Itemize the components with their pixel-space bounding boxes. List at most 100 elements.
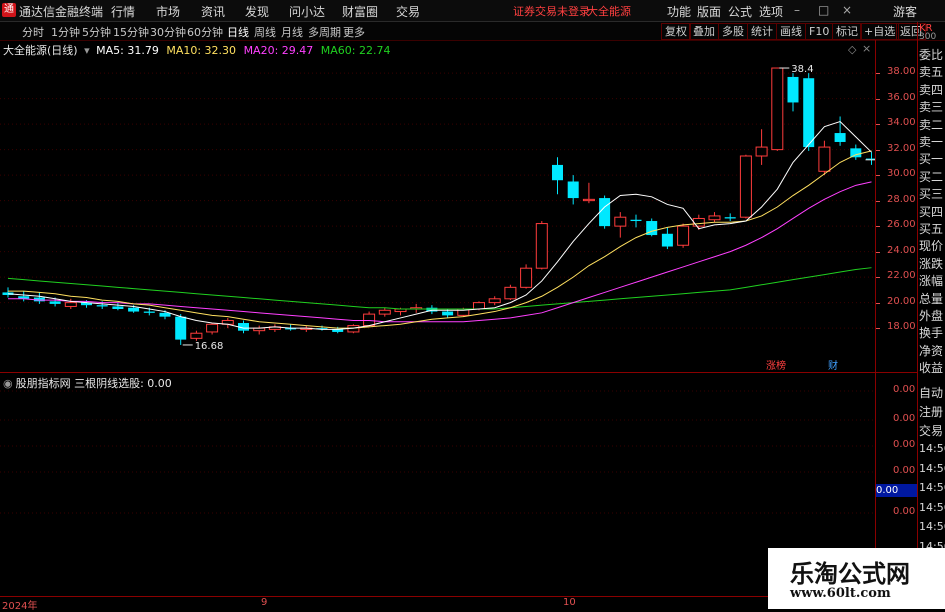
guest-user[interactable]: 游客: [893, 3, 917, 20]
quote-label: 卖四: [919, 82, 944, 97]
quote-label: 卖二: [919, 117, 944, 132]
add-favorite-button[interactable]: +自选: [860, 23, 900, 40]
quote-label: 净资: [919, 343, 944, 358]
quote-label: 收益: [919, 361, 944, 376]
candle-body-up: [206, 323, 219, 333]
menu-function[interactable]: 功能: [667, 3, 691, 20]
candle-body-down: [49, 301, 61, 304]
login-notice[interactable]: 证券交易未登录: [513, 3, 590, 19]
menu-ask[interactable]: 问小达: [289, 3, 325, 20]
candle-body-down: [143, 311, 155, 313]
f10-button[interactable]: F10: [805, 23, 834, 40]
stock-name: 大全能源: [587, 5, 631, 18]
period-daily[interactable]: 日线: [227, 24, 249, 40]
candle-body-down: [159, 312, 171, 317]
register-label[interactable]: 注册: [919, 403, 945, 420]
candle-body-down: [787, 76, 799, 103]
period-15min[interactable]: 15分钟: [113, 24, 149, 40]
adjust-button[interactable]: 复权: [661, 23, 691, 40]
period-30min[interactable]: 30分钟: [150, 24, 186, 40]
period-weekly[interactable]: 周线: [254, 24, 276, 40]
candle-body-up: [708, 215, 721, 221]
period-more[interactable]: 更多: [343, 24, 365, 40]
candle-body-up: [818, 146, 831, 172]
period-multi[interactable]: 多周期: [308, 24, 341, 40]
low-annotation: 16.68: [195, 341, 224, 352]
candle-body-up: [739, 155, 752, 218]
quote-label: 买四: [919, 204, 944, 219]
candle-body-up: [190, 332, 203, 339]
tick-time: 14:56: [919, 500, 945, 514]
candle-body-up: [64, 302, 77, 307]
price-tick: 34.00: [887, 117, 916, 129]
quote-label: 卖三: [919, 100, 944, 115]
period-1min[interactable]: 1分钟: [51, 24, 80, 40]
candle-body-down: [599, 198, 611, 227]
auto-label[interactable]: 自动: [919, 384, 945, 401]
price-tick: 18.00: [887, 321, 916, 333]
quote-label: 买五: [919, 222, 944, 236]
close-icon[interactable]: ×: [842, 3, 852, 17]
multi-stock-button[interactable]: 多股: [718, 23, 748, 40]
draw-line-button[interactable]: 画线: [776, 23, 806, 40]
price-tick-mark: [876, 251, 880, 253]
menu-wealth[interactable]: 财富圈: [342, 3, 378, 20]
price-tick-mark: [876, 226, 880, 228]
menu-discover[interactable]: 发现: [245, 3, 269, 20]
maximize-icon[interactable]: □: [818, 3, 829, 17]
x-label-oct: 10: [563, 597, 576, 608]
sub-ytick: 0.00: [893, 506, 916, 517]
candle-body-down: [442, 311, 454, 316]
tick-time: 14:56: [919, 442, 945, 455]
ma5-line: [7, 121, 872, 330]
period-monthly[interactable]: 月线: [281, 24, 303, 40]
quote-label: 换手: [919, 326, 944, 341]
menu-formula[interactable]: 公式: [728, 3, 752, 20]
candle-body-up: [755, 146, 768, 157]
candle-body-down: [724, 217, 736, 219]
price-tick-mark: [876, 98, 880, 100]
menu-options[interactable]: 选项: [759, 3, 783, 20]
statistics-button[interactable]: 统计: [747, 23, 777, 40]
app-title: 通达信金融终端: [19, 5, 104, 19]
menu-layout[interactable]: 版面: [697, 3, 721, 20]
candle-body-down: [803, 78, 815, 148]
menu-trade[interactable]: 交易: [396, 3, 420, 20]
price-tick-mark: [876, 124, 880, 126]
price-tick: 20.00: [887, 295, 916, 307]
candle-body-up: [520, 267, 533, 288]
quote-label: 委比: [919, 48, 944, 62]
candle-body-up: [504, 286, 517, 300]
candlestick-chart[interactable]: 38.4 16.68 涨榜 财: [0, 40, 875, 372]
price-tick-mark: [876, 200, 880, 202]
period-timeshare[interactable]: 分时: [22, 24, 44, 40]
price-tick: 30.00: [887, 168, 916, 180]
price-tick: 24.00: [887, 244, 916, 256]
menu-news[interactable]: 资讯: [201, 3, 225, 20]
candle-body-down: [96, 305, 108, 307]
menu-quotes[interactable]: 行情: [111, 3, 135, 20]
x-label-year: 2024年: [2, 601, 38, 612]
price-tick: 22.00: [887, 270, 916, 282]
period-60min[interactable]: 60分钟: [187, 24, 223, 40]
candle-body-down: [112, 306, 124, 309]
quote-label: 涨跌: [919, 256, 944, 271]
x-label-sep: 9: [261, 597, 268, 608]
period-5min[interactable]: 5分钟: [82, 24, 111, 40]
mark-button[interactable]: 标记: [832, 23, 862, 40]
minimize-icon[interactable]: –: [794, 3, 800, 17]
trade-label[interactable]: 交易: [919, 422, 945, 439]
overlay-button[interactable]: 叠加: [689, 23, 719, 40]
quote-label: 现价: [919, 239, 944, 254]
candle-body-up: [771, 67, 784, 151]
price-tick-mark: [876, 73, 880, 75]
high-annotation: 38.4: [791, 64, 813, 75]
quote-label: 买一: [919, 152, 944, 167]
price-tick-mark: [876, 175, 880, 177]
sub-ytick: 0.00: [893, 413, 916, 424]
menu-market[interactable]: 市场: [156, 3, 180, 20]
candle-body-up: [378, 309, 391, 315]
panel-code: KR 300: [919, 23, 937, 42]
candle-body-up: [614, 216, 627, 227]
tick-time: 14:56: [919, 461, 945, 475]
